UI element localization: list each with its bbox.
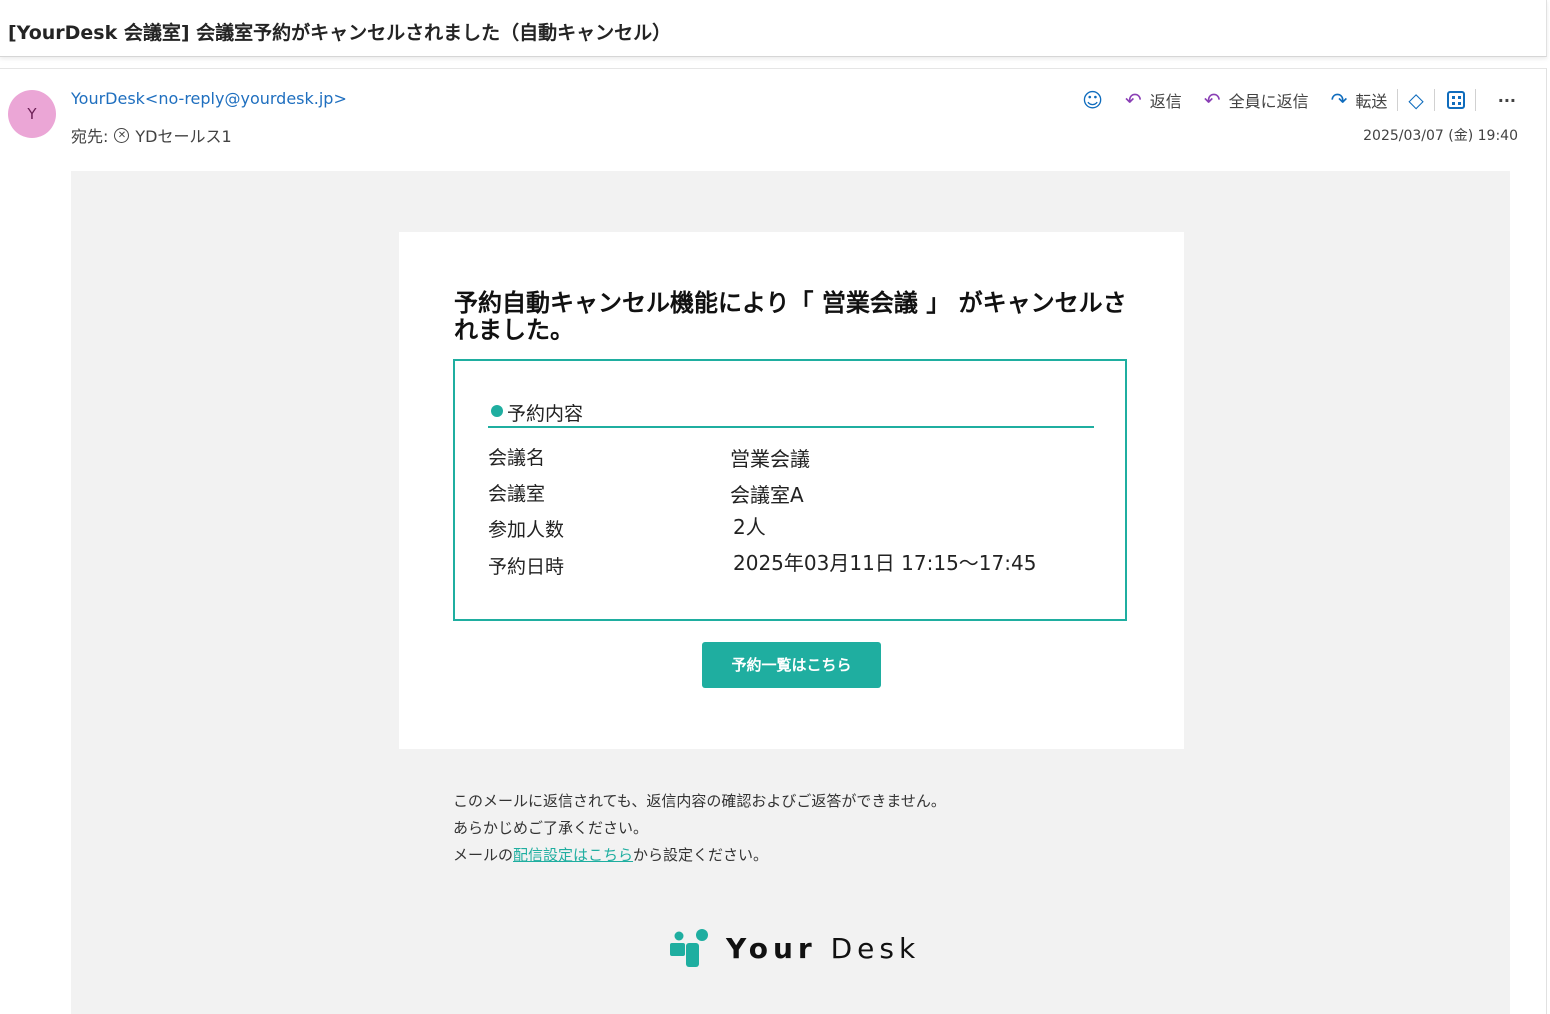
detail-label: 会議名 bbox=[488, 447, 546, 469]
sender-avatar[interactable]: Y bbox=[8, 90, 56, 138]
footer-line-2: あらかじめご了承ください。 bbox=[453, 819, 649, 837]
toolbar-divider bbox=[1433, 89, 1435, 111]
subject-bar: [YourDesk 会議室] 会議室予約がキャンセルされました（自動キャンセル） bbox=[0, 0, 1547, 57]
delivery-settings-link[interactable]: 配信設定はこちら bbox=[513, 846, 633, 864]
reply-icon: ↶ bbox=[1125, 88, 1142, 112]
footer-notice: このメールに返信されても、返信内容の確認およびご返答ができません。 あらかじめご… bbox=[453, 788, 946, 869]
detail-row: 参加人数 2人 bbox=[488, 515, 766, 542]
reservation-details-box: 予約内容 会議名 営業会議 会議室 会議室A 参加人数 2人 予約日時 2025… bbox=[453, 359, 1127, 621]
bullet-dot-icon bbox=[491, 405, 503, 417]
detail-row: 会議室 会議室A bbox=[488, 479, 804, 507]
loop-button[interactable]: ◇ bbox=[1408, 90, 1423, 110]
email-subject: [YourDesk 会議室] 会議室予約がキャンセルされました（自動キャンセル） bbox=[8, 22, 672, 44]
detail-value: 営業会議 bbox=[730, 447, 810, 471]
footer-line-3-prefix: メールの bbox=[453, 846, 514, 864]
email-body: 予約自動キャンセル機能により「 営業会議 」 がキャンセルされました。 予約内容… bbox=[71, 171, 1510, 1014]
detail-label: 予約日時 bbox=[488, 556, 565, 578]
notification-card: 予約自動キャンセル機能により「 営業会議 」 がキャンセルされました。 予約内容… bbox=[399, 232, 1184, 749]
details-header: 予約内容 bbox=[488, 399, 1094, 428]
reply-label: 返信 bbox=[1149, 92, 1182, 111]
toolbar-divider bbox=[1397, 89, 1399, 111]
message-pane: Y YourDesk<no-reply@yourdesk.jp> 宛先: ✕ Y… bbox=[0, 68, 1547, 1014]
reply-all-button[interactable]: ↶ 全員に返信 bbox=[1204, 88, 1309, 112]
logo-word-desk: Desk bbox=[830, 931, 921, 965]
apps-icon[interactable] bbox=[1446, 91, 1465, 109]
detail-value: 会議室A bbox=[730, 483, 804, 507]
message-timestamp: 2025/03/07 (金) 19:40 bbox=[1363, 128, 1518, 144]
smiley-icon: ☺ bbox=[1082, 88, 1104, 112]
recipient-name[interactable]: YDセールス1 bbox=[135, 123, 231, 147]
forward-icon: ↷ bbox=[1330, 88, 1348, 112]
forward-button[interactable]: ↷ 転送 bbox=[1331, 88, 1388, 112]
message-toolbar: ☺ ↶ 返信 ↶ 全員に返信 ↷ 転送 ◇ ··· bbox=[1060, 87, 1516, 113]
reply-button[interactable]: ↶ 返信 bbox=[1125, 88, 1182, 112]
more-actions-button[interactable]: ··· bbox=[1498, 91, 1516, 110]
logo-word-your: Your bbox=[726, 931, 817, 965]
footer-line-1: このメールに返信されても、返信内容の確認およびご返答ができません。 bbox=[453, 792, 946, 810]
yourdesk-logo: Your Desk bbox=[668, 926, 920, 970]
yourdesk-logo-mark-icon bbox=[670, 929, 708, 967]
detail-label: 会議室 bbox=[488, 483, 546, 505]
footer-line-3: メールの配信設定はこちらから設定ください。 bbox=[453, 842, 946, 869]
detail-row: 予約日時 2025年03月11日 17:15〜17:45 bbox=[488, 551, 1036, 579]
to-label: 宛先: bbox=[71, 127, 109, 146]
reservation-list-button[interactable]: 予約一覧はこちら bbox=[702, 642, 881, 688]
footer-line-3-suffix: から設定ください。 bbox=[633, 846, 769, 864]
detail-row: 会議名 営業会議 bbox=[488, 443, 810, 471]
recipient-row: 宛先: ✕ YDセールス1 bbox=[71, 123, 232, 147]
detail-label: 参加人数 bbox=[488, 519, 565, 541]
detail-value: 2人 bbox=[733, 515, 766, 539]
toolbar-divider bbox=[1474, 89, 1476, 111]
detail-value: 2025年03月11日 17:15〜17:45 bbox=[733, 551, 1037, 575]
details-header-label: 予約内容 bbox=[507, 403, 584, 425]
reply-all-label: 全員に返信 bbox=[1228, 92, 1309, 111]
sender-address[interactable]: YourDesk<no-reply@yourdesk.jp> bbox=[71, 89, 347, 108]
forward-label: 転送 bbox=[1355, 92, 1388, 111]
logo-wordmark: Your Desk bbox=[726, 932, 920, 965]
emoji-reaction-button[interactable]: ☺ bbox=[1082, 90, 1103, 110]
reply-all-icon: ↶ bbox=[1203, 88, 1221, 112]
recipient-status-icon: ✕ bbox=[114, 127, 130, 143]
card-title: 予約自動キャンセル機能により「 営業会議 」 がキャンセルされました。 bbox=[454, 289, 1127, 344]
loop-icon: ◇ bbox=[1408, 88, 1424, 112]
more-icon: ··· bbox=[1497, 90, 1516, 110]
